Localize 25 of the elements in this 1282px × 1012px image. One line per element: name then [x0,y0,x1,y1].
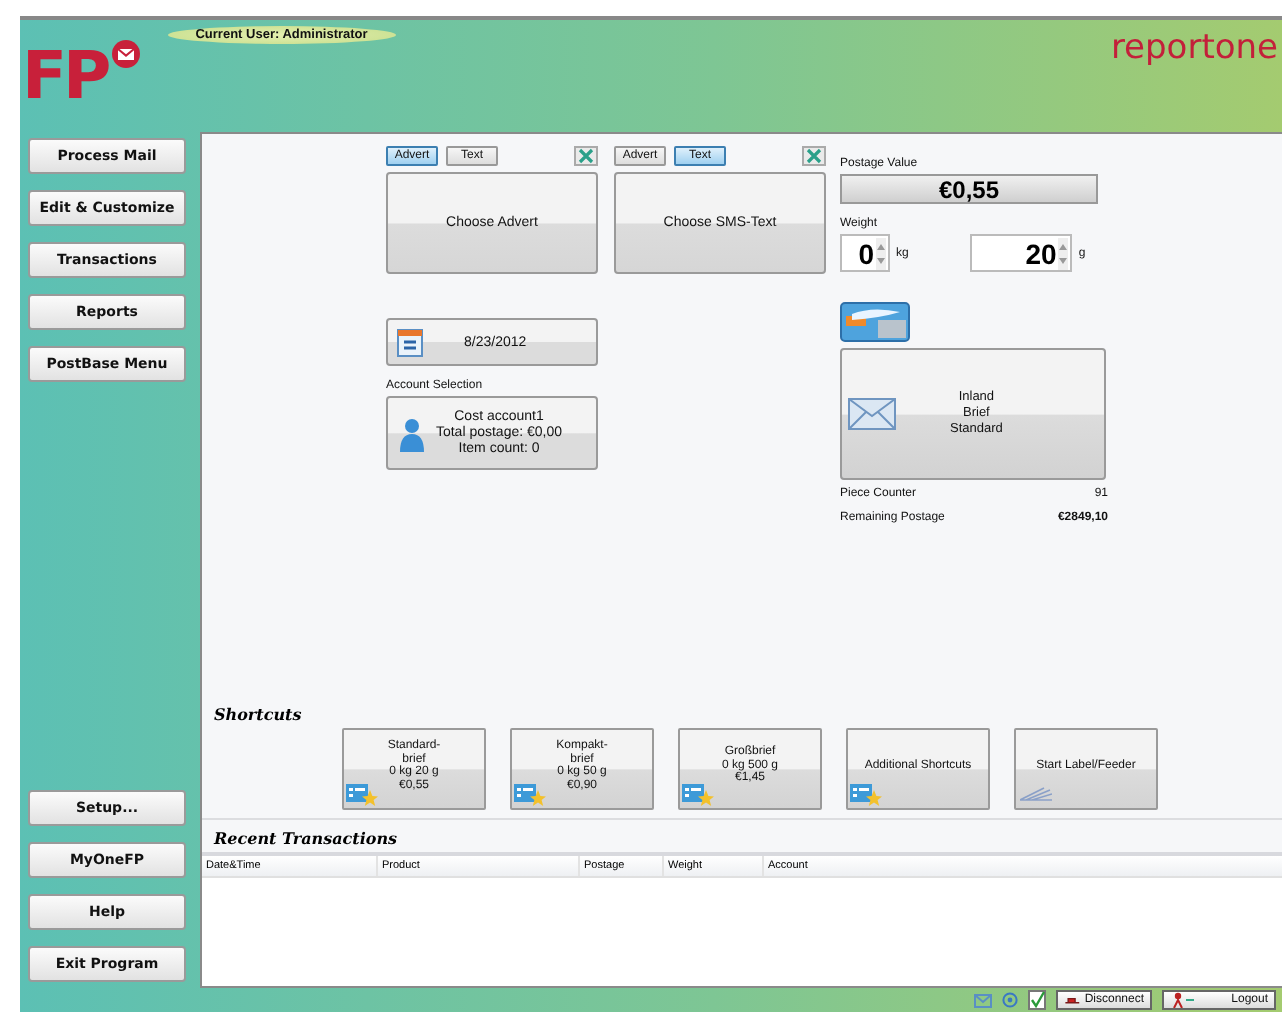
stripes-icon [1020,786,1052,802]
weight-field[interactable]: 0 [840,234,890,272]
card-star-icon [850,784,882,806]
brand-name: reportone [1110,28,1278,68]
clear-button[interactable] [574,146,598,166]
section-title: Recent Transactions [214,828,398,848]
card-star-icon [346,784,378,806]
envelope-icon [111,40,140,68]
card-star-icon [682,784,714,806]
card-star-icon [514,784,546,806]
person-exit-icon [1170,992,1194,1008]
person-icon [398,415,426,451]
calendar-icon [396,326,424,358]
postage-value: €0,55 [840,174,1098,204]
spin-arrows-icon [876,237,886,269]
logo: FP [22,46,108,106]
envelope-icon [848,398,896,430]
section-title: Shortcuts [214,704,302,724]
spin-arrows-icon [1058,237,1069,269]
cross-icon [806,148,822,164]
clear-button[interactable] [802,146,826,166]
card-icon [840,302,910,342]
envelope-icon [974,993,992,1007]
cross-icon [578,148,594,164]
weight-field[interactable]: 20 [970,234,1073,272]
